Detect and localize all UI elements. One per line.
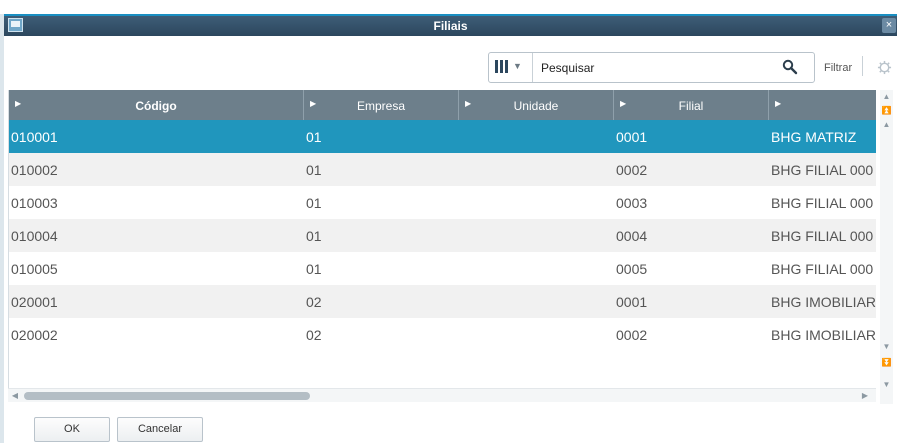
cell-empresa: 02 — [306, 327, 322, 343]
table-row[interactable]: 010001 01 0001 BHG MATRIZ — [9, 120, 876, 153]
cell-empresa: 01 — [306, 162, 322, 178]
cell-filial: 0004 — [616, 228, 648, 244]
cell-empresa: 01 — [306, 129, 322, 145]
cell-nome: BHG FILIAL 000 — [771, 195, 874, 211]
table-row[interactable]: 010004 01 0004 BHG FILIAL 000 — [9, 219, 876, 252]
page: Filiais × ▼ Filtrar ▶ — [0, 0, 897, 443]
dialog-titlebar: Filiais × — [4, 16, 897, 36]
chevron-down-icon: ▼ — [513, 61, 522, 71]
cell-filial: 0003 — [616, 195, 648, 211]
scroll-right-icon[interactable]: ▶ — [860, 390, 870, 402]
cell-nome: BHG FILIAL 000 — [771, 228, 874, 244]
column-picker-button[interactable]: ▼ — [489, 53, 533, 82]
table-row[interactable]: 010005 01 0005 BHG FILIAL 000 — [9, 252, 876, 285]
cell-nome: BHG MATRIZ — [771, 129, 857, 145]
cell-filial: 0001 — [616, 129, 648, 145]
search-icon[interactable] — [782, 59, 798, 75]
scroll-bottom-icon[interactable]: ▼ — [881, 380, 892, 390]
search-input[interactable] — [541, 57, 771, 78]
cell-codigo: 010003 — [11, 195, 58, 211]
column-header-empresa[interactable]: ▶ Empresa — [304, 90, 459, 120]
background-app-strip — [0, 0, 897, 14]
cell-nome: BHG IMOBILIAR — [771, 294, 876, 310]
scroll-up-icon[interactable]: ▲ — [881, 120, 892, 130]
columns-icon — [495, 60, 509, 73]
cell-nome: BHG FILIAL 000 — [771, 261, 874, 277]
cell-empresa: 01 — [306, 195, 322, 211]
cell-codigo: 010001 — [11, 129, 58, 145]
cell-codigo: 010002 — [11, 162, 58, 178]
cell-empresa: 02 — [306, 294, 322, 310]
gear-icon[interactable] — [877, 60, 892, 75]
cancel-button[interactable]: Cancelar — [117, 417, 203, 442]
table-row[interactable]: 010003 01 0003 BHG FILIAL 000 — [9, 186, 876, 219]
cell-filial: 0001 — [616, 294, 648, 310]
horizontal-scroll-thumb[interactable] — [24, 392, 310, 400]
cell-codigo: 020002 — [11, 327, 58, 343]
toolbar-divider — [862, 56, 863, 76]
table-row[interactable]: 020001 02 0001 BHG IMOBILIAR — [9, 285, 876, 318]
branches-table: ▶ Código ▶ Empresa ▶ Unidade ▶ Filial ▶ … — [8, 90, 876, 388]
horizontal-scrollbar[interactable]: ◀ ▶ — [8, 388, 876, 402]
cell-empresa: 01 — [306, 228, 322, 244]
cell-filial: 0005 — [616, 261, 648, 277]
column-header-codigo[interactable]: ▶ Código — [9, 90, 304, 120]
cell-codigo: 010005 — [11, 261, 58, 277]
close-button[interactable]: × — [882, 18, 896, 33]
scroll-left-icon[interactable]: ◀ — [10, 390, 20, 402]
dialog-title: Filiais — [433, 19, 468, 33]
sort-arrow-icon: ▶ — [775, 99, 782, 108]
cell-nome: BHG IMOBILIAR — [771, 327, 876, 343]
table-row[interactable]: 020002 02 0002 BHG IMOBILIAR — [9, 318, 876, 351]
cell-filial: 0002 — [616, 162, 648, 178]
cell-codigo: 010004 — [11, 228, 58, 244]
table-header: ▶ Código ▶ Empresa ▶ Unidade ▶ Filial ▶ — [9, 90, 876, 120]
cell-nome: BHG FILIAL 000 — [771, 162, 874, 178]
column-header-nome[interactable]: ▶ — [769, 90, 876, 120]
table-row[interactable]: 010002 01 0002 BHG FILIAL 000 — [9, 153, 876, 186]
scroll-page-down-icon[interactable]: ⏬ — [881, 358, 892, 368]
column-header-filial[interactable]: ▶ Filial — [614, 90, 769, 120]
filter-button[interactable]: Filtrar — [824, 62, 852, 74]
ok-button[interactable]: OK — [34, 417, 110, 442]
scroll-top-icon[interactable]: ▲ — [881, 92, 892, 102]
cell-empresa: 01 — [306, 261, 322, 277]
scroll-page-up-icon[interactable]: ⏫ — [881, 106, 892, 116]
column-header-unidade[interactable]: ▶ Unidade — [459, 90, 614, 120]
cell-filial: 0002 — [616, 327, 648, 343]
cell-codigo: 020001 — [11, 294, 58, 310]
vertical-scrollbar[interactable]: ▲ ⏫ ▲ ▼ ⏬ ▼ — [880, 90, 893, 404]
search-box: ▼ — [488, 52, 815, 83]
scroll-down-icon[interactable]: ▼ — [881, 342, 892, 352]
